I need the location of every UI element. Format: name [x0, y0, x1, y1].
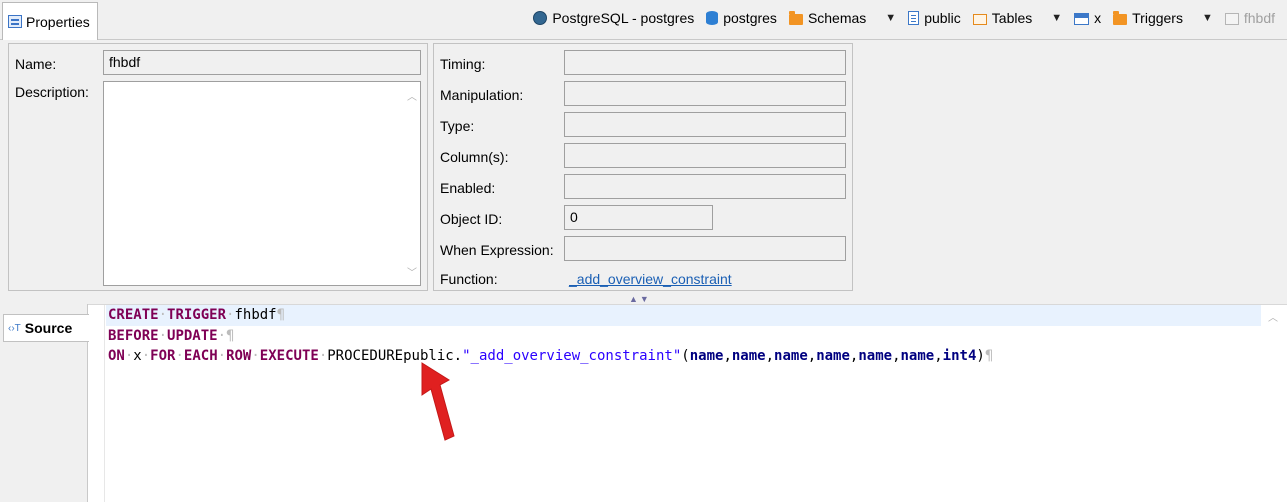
object-id-label: Object ID:	[440, 211, 503, 227]
arg-type: int4	[942, 348, 977, 364]
name-field[interactable]: fhbdf	[103, 50, 421, 75]
breadcrumb: PostgreSQL - postgres postgres Schemas ▼…	[521, 10, 1275, 26]
breadcrumb-schema-public[interactable]: public	[908, 10, 961, 26]
keyword-each: EACH	[183, 348, 218, 364]
trigger-icon	[1224, 13, 1239, 25]
timing-field[interactable]	[564, 50, 846, 75]
breadcrumb-label: x	[1094, 10, 1102, 26]
function-link[interactable]: _add_overview_constraint	[569, 271, 732, 287]
general-properties-panel: Name: fhbdf Description: ︿ ﹀	[8, 43, 428, 291]
arg-type: name	[858, 348, 893, 364]
timing-label: Timing:	[440, 56, 486, 72]
editor-tab-bar: Properties PostgreSQL - postgres postgre…	[0, 0, 1287, 40]
chevron-down-icon[interactable]: ▼	[885, 12, 896, 24]
chevron-down-icon[interactable]: ▼	[1202, 12, 1213, 24]
breadcrumb-label: Tables	[991, 10, 1033, 26]
properties-icon	[8, 15, 22, 28]
description-field[interactable]	[103, 81, 421, 286]
breadcrumb-schemas[interactable]: Schemas ▼	[788, 10, 896, 26]
manipulation-field[interactable]	[564, 81, 846, 106]
keyword-row: ROW	[226, 348, 252, 364]
keyword-trigger: TRIGGER	[167, 307, 227, 323]
sql-editor[interactable]: CREATE·TRIGGER·fhbdf¶ BEFORE·UPDATE·¶ ON…	[106, 305, 1261, 502]
keyword-procedure: PROCEDURE	[327, 348, 404, 364]
manipulation-label: Manipulation:	[440, 87, 524, 103]
tab-properties[interactable]: Properties	[2, 2, 98, 40]
database-icon	[706, 11, 719, 25]
keyword-for: FOR	[150, 348, 176, 364]
folder-icon	[788, 10, 803, 25]
folder-icon	[1113, 10, 1128, 25]
keyword-on: ON	[108, 348, 125, 364]
when-expression-label: When Expression:	[440, 242, 554, 258]
editor-scrollbar[interactable]: ︿	[1262, 305, 1286, 502]
type-label: Type:	[440, 118, 475, 134]
chevron-down-icon[interactable]: ▼	[1051, 12, 1062, 24]
enabled-label: Enabled:	[440, 180, 496, 196]
postgres-icon	[533, 11, 548, 25]
schema-icon	[908, 11, 920, 25]
tables-folder-icon	[972, 13, 987, 25]
breadcrumb-triggers[interactable]: Triggers ▼	[1113, 10, 1213, 26]
scroll-up-icon[interactable]: ︿	[1268, 309, 1278, 324]
editor-gutter	[89, 305, 105, 502]
keyword-update: UPDATE	[167, 327, 218, 344]
breadcrumb-label: Schemas	[807, 10, 867, 26]
arg-type: name	[689, 348, 724, 364]
arg-type: name	[900, 348, 935, 364]
scroll-up-icon[interactable]: ︿	[407, 88, 423, 103]
annotation-arrow-icon	[421, 362, 455, 441]
code-line: CREATE·TRIGGER·fhbdf¶	[106, 305, 1261, 326]
breadcrumb-label: public	[924, 10, 961, 26]
source-icon: ‹›T	[8, 322, 21, 334]
breadcrumb-trigger-fhbdf: fhbdf	[1224, 10, 1275, 26]
table-icon	[1074, 13, 1090, 25]
name-label: Name:	[15, 56, 57, 72]
when-expression-field[interactable]	[564, 236, 846, 261]
trigger-name: fhbdf	[234, 307, 277, 323]
enabled-field[interactable]	[564, 174, 846, 199]
trigger-properties-panel: Timing: Manipulation: Type: Column(s): E…	[433, 43, 853, 291]
splitter-arrows-icon[interactable]: ▲▼	[629, 294, 651, 304]
keyword-before: BEFORE	[108, 327, 159, 344]
breadcrumb-label: PostgreSQL - postgres	[552, 10, 695, 26]
type-field[interactable]	[564, 112, 846, 137]
tab-source[interactable]: ‹›T Source	[3, 314, 89, 342]
columns-label: Column(s):	[440, 149, 509, 165]
breadcrumb-tables[interactable]: Tables ▼	[972, 10, 1062, 26]
scroll-down-icon[interactable]: ﹀	[407, 264, 423, 279]
description-label: Description:	[15, 84, 89, 100]
function-name: "_add_overview_constraint"	[462, 348, 682, 364]
object-id-field[interactable]: 0	[564, 205, 713, 230]
breadcrumb-label: fhbdf	[1243, 10, 1275, 26]
code-line: BEFORE·UPDATE·¶	[108, 327, 235, 344]
breadcrumb-table-x[interactable]: x	[1074, 10, 1101, 26]
tab-properties-label: Properties	[26, 13, 90, 30]
keyword-execute: EXECUTE	[259, 348, 319, 364]
arg-type: name	[816, 348, 850, 364]
arg-type: name	[774, 348, 808, 364]
keyword-create: CREATE	[108, 307, 159, 323]
breadcrumb-connection[interactable]: PostgreSQL - postgres	[533, 10, 694, 26]
function-label: Function:	[440, 271, 498, 287]
breadcrumb-label: Triggers	[1132, 10, 1183, 26]
breadcrumb-database[interactable]: postgres	[706, 10, 777, 26]
table-name: x	[133, 348, 142, 364]
tab-source-label: Source	[24, 320, 73, 336]
columns-field[interactable]	[564, 143, 846, 168]
arg-type: name	[731, 348, 766, 364]
code-line: ON·x·FOR·EACH·ROW·EXECUTE·PROCEDUREpubli…	[108, 348, 994, 364]
breadcrumb-label: postgres	[723, 10, 777, 26]
